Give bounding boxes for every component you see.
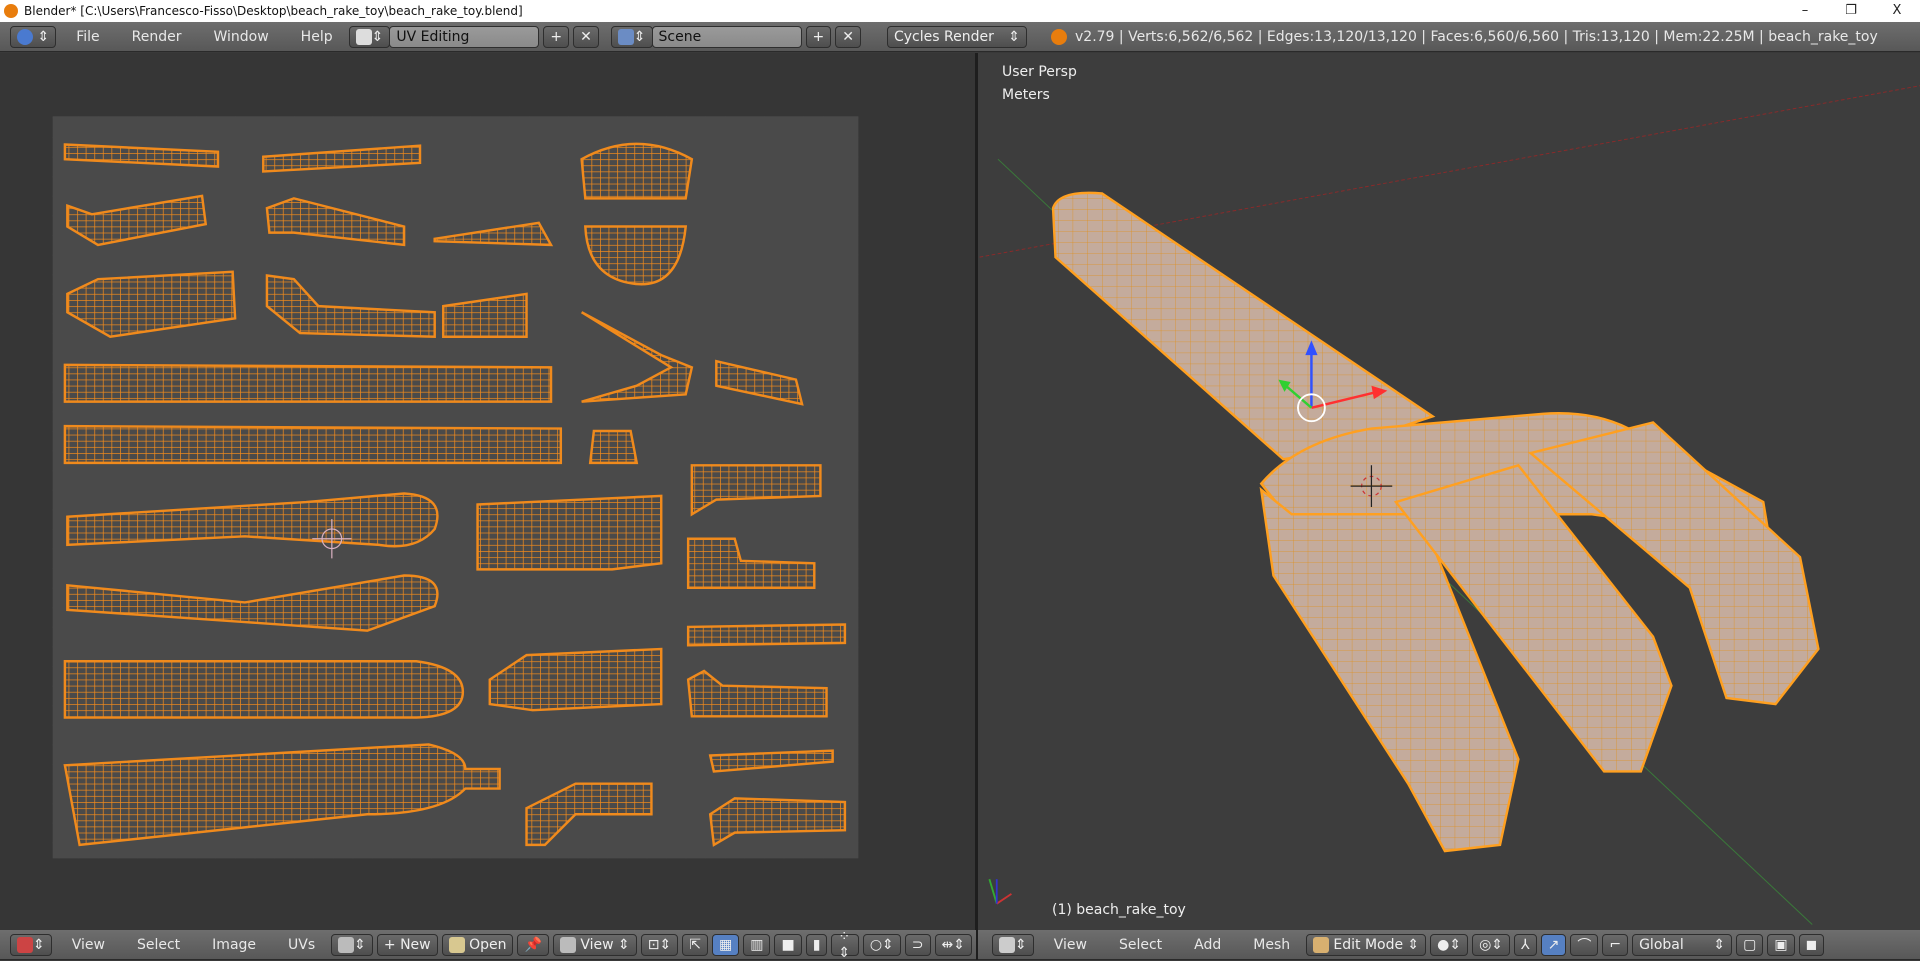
uv-island (580, 142, 694, 200)
units-label: Meters (1002, 87, 1050, 103)
face-select-mode-button[interactable]: ◼ (1798, 933, 1825, 956)
pivot-point-dropdown[interactable]: ◎⇕ (1472, 933, 1511, 956)
scale-manipulator-button[interactable]: ⌐ (1602, 933, 1629, 956)
uv-menu-uvs[interactable]: UVs (288, 937, 315, 953)
face-select-button[interactable]: ■ (774, 933, 802, 956)
rake-mesh (1051, 191, 1820, 853)
view-mode-dropdown[interactable]: View ⇕ (552, 933, 637, 956)
editor-type-uv-button[interactable]: ⇕ (10, 933, 52, 956)
open-label: Open (469, 936, 507, 953)
vertex-select-mode-button[interactable]: ▢ (1736, 933, 1764, 956)
open-image-button[interactable]: Open (441, 933, 514, 956)
pin-button[interactable]: 📌 (517, 933, 549, 956)
edge-select-button[interactable]: ▥ (743, 933, 771, 956)
folder-icon (448, 936, 465, 953)
3d-menu-mesh[interactable]: Mesh (1253, 937, 1290, 953)
active-object-label: (1) beach_rake_toy (1052, 902, 1186, 918)
3d-view-icon (999, 936, 1015, 953)
uv-island (588, 429, 639, 465)
shading-dropdown[interactable]: ●⇕ (1430, 933, 1469, 956)
new-image-button[interactable]: + New (376, 933, 438, 956)
3d-menu-add[interactable]: Add (1194, 937, 1221, 953)
orientation-label: Global (1639, 936, 1684, 953)
sticky-selection-dropdown[interactable]: ⁘⇕ (831, 929, 859, 961)
view-name-label: User Persp (1002, 64, 1077, 80)
snap-element-dropdown[interactable]: ⇹⇕ (934, 933, 972, 956)
editor-type-3d-button[interactable]: ⇕ (992, 933, 1034, 956)
manipulator-toggle[interactable]: ⅄ (1514, 933, 1537, 956)
uv-menu-select[interactable]: Select (137, 937, 180, 953)
translate-manipulator-button[interactable]: ↗ (1540, 933, 1567, 956)
uv-editor-header: ⇕ View Select Image UVs ⇕ + New Open 📌 V… (0, 929, 976, 961)
3d-menu-view[interactable]: View (1054, 937, 1087, 953)
uv-menu-view[interactable]: View (72, 937, 105, 953)
uv-island (686, 623, 847, 647)
proportional-edit-dropdown[interactable]: ○⇕ (862, 933, 901, 956)
mode-label: Edit Mode (1333, 936, 1404, 953)
mode-dropdown[interactable]: Edit Mode ⇕ (1306, 933, 1427, 956)
snap-toggle[interactable]: ⊃ (904, 933, 931, 956)
3d-viewport-header: ⇕ View Select Add Mesh Edit Mode ⇕ ●⇕ ◎⇕ … (978, 930, 1920, 960)
edit-mode-icon (1313, 936, 1330, 953)
image-icon (559, 936, 576, 953)
uv-island (63, 363, 553, 403)
island-select-button[interactable]: ▮ (805, 933, 828, 956)
view-mode-label: View (580, 936, 614, 953)
vertex-select-button[interactable]: ▦ (712, 933, 740, 956)
3d-menu-select[interactable]: Select (1119, 937, 1162, 953)
image-icon (338, 936, 355, 953)
pin-icon: 📌 (524, 936, 542, 953)
image-browse-button[interactable]: ⇕ (331, 933, 373, 956)
new-label: New (400, 936, 431, 953)
uv-island (63, 660, 465, 719)
pivot-dropdown[interactable]: ⊡⇕ (640, 933, 679, 956)
uv-island (476, 494, 663, 571)
orientation-dropdown[interactable]: Global ⇕ (1632, 933, 1733, 956)
sync-selection-button[interactable]: ⇱ (682, 933, 708, 956)
uv-island (63, 424, 563, 465)
uv-menu-image[interactable]: Image (212, 937, 256, 953)
rotate-manipulator-button[interactable]: ⌒ (1570, 933, 1599, 956)
image-editor-icon (17, 936, 33, 953)
rake-mesh-part (1051, 191, 1436, 461)
edge-select-mode-button[interactable]: ▣ (1767, 933, 1795, 956)
axis-gizmo-icon (988, 878, 1012, 905)
canvas-drawings (52, 85, 1920, 925)
